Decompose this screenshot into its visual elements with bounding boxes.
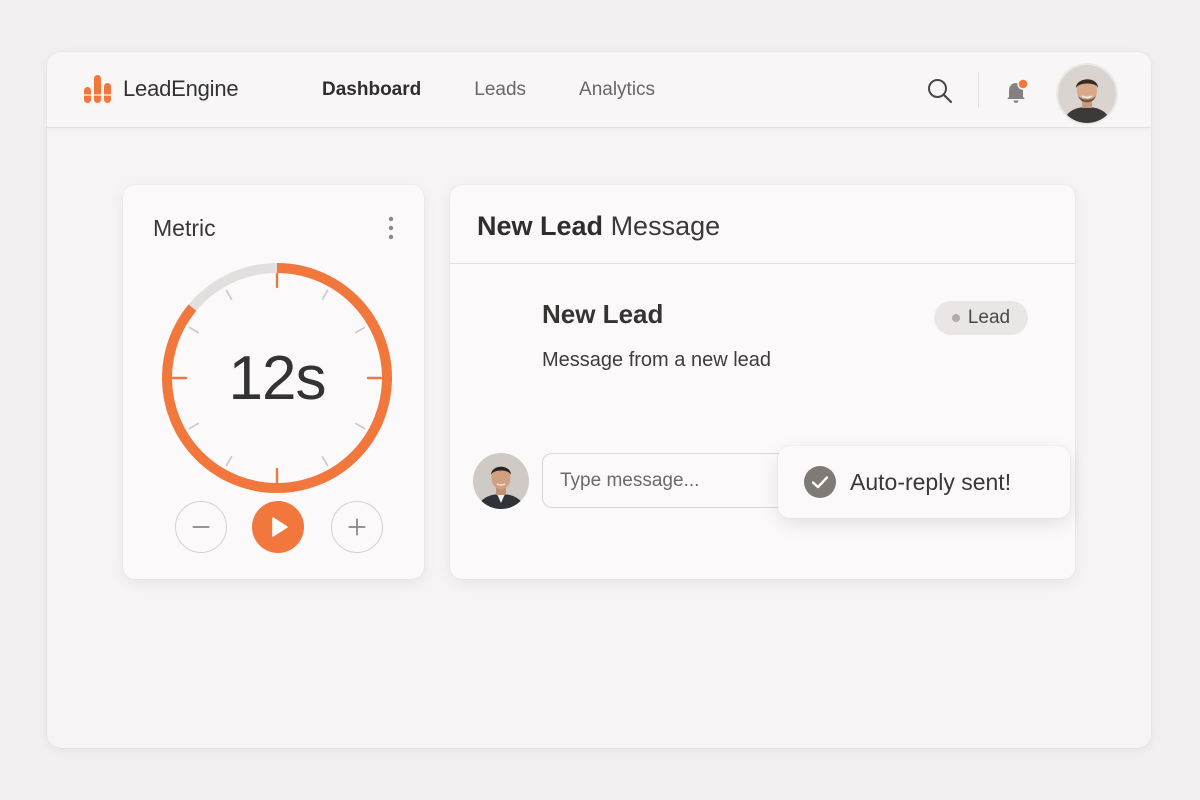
message-card-title: New Lead Message: [477, 211, 720, 242]
app-name: LeadEngine: [123, 76, 239, 101]
header-divider: [978, 72, 979, 108]
metric-value: 12s: [228, 343, 327, 413]
message-input[interactable]: [542, 453, 792, 508]
more-options-icon[interactable]: [381, 215, 401, 241]
lead-status-badge: Lead: [934, 301, 1028, 335]
logo[interactable]: LeadEngine: [81, 71, 239, 107]
top-navbar: LeadEngine Dashboard Leads Analytics: [47, 52, 1151, 128]
message-card-header: New Lead Message: [450, 185, 1075, 264]
increase-button[interactable]: [331, 501, 383, 553]
badge-dot: [951, 314, 960, 322]
logo-bars-icon: [84, 75, 111, 103]
nav-item-dashboard[interactable]: Dashboard: [322, 79, 421, 101]
decrease-button[interactable]: [175, 501, 227, 553]
minus-icon: [192, 526, 210, 528]
user-avatar-image: [1058, 65, 1116, 123]
badge-label: Lead: [967, 307, 1011, 328]
notification-dot: [1017, 78, 1029, 90]
lead-avatar: [473, 453, 529, 509]
message-card-title-bold: New Lead: [477, 211, 604, 241]
bell-icon[interactable]: [1001, 76, 1031, 106]
nav-item-leads[interactable]: Leads: [474, 79, 526, 101]
message-card: New Lead Message New Lead Message from a…: [450, 185, 1075, 579]
message-card-title-light: Message: [610, 211, 721, 241]
search-icon[interactable]: [925, 76, 955, 106]
lead-message-preview: Message from a new lead: [542, 349, 772, 371]
play-button[interactable]: [252, 501, 304, 553]
check-circle-icon: [804, 466, 836, 498]
auto-reply-toast: Auto-reply sent!: [778, 446, 1070, 518]
metric-card: Metric 12s: [123, 185, 424, 579]
lead-name: New Lead: [542, 299, 664, 329]
plus-icon: [348, 518, 366, 536]
main-nav: Dashboard Leads Analytics: [322, 52, 708, 128]
toast-message: Auto-reply sent!: [850, 468, 1012, 495]
lead-avatar-image: [473, 453, 529, 509]
metric-title: Metric: [153, 215, 216, 241]
app-window: LeadEngine Dashboard Leads Analytics Met…: [47, 52, 1151, 748]
nav-item-analytics[interactable]: Analytics: [579, 79, 655, 101]
play-icon: [272, 517, 288, 537]
user-avatar[interactable]: [1058, 65, 1116, 123]
